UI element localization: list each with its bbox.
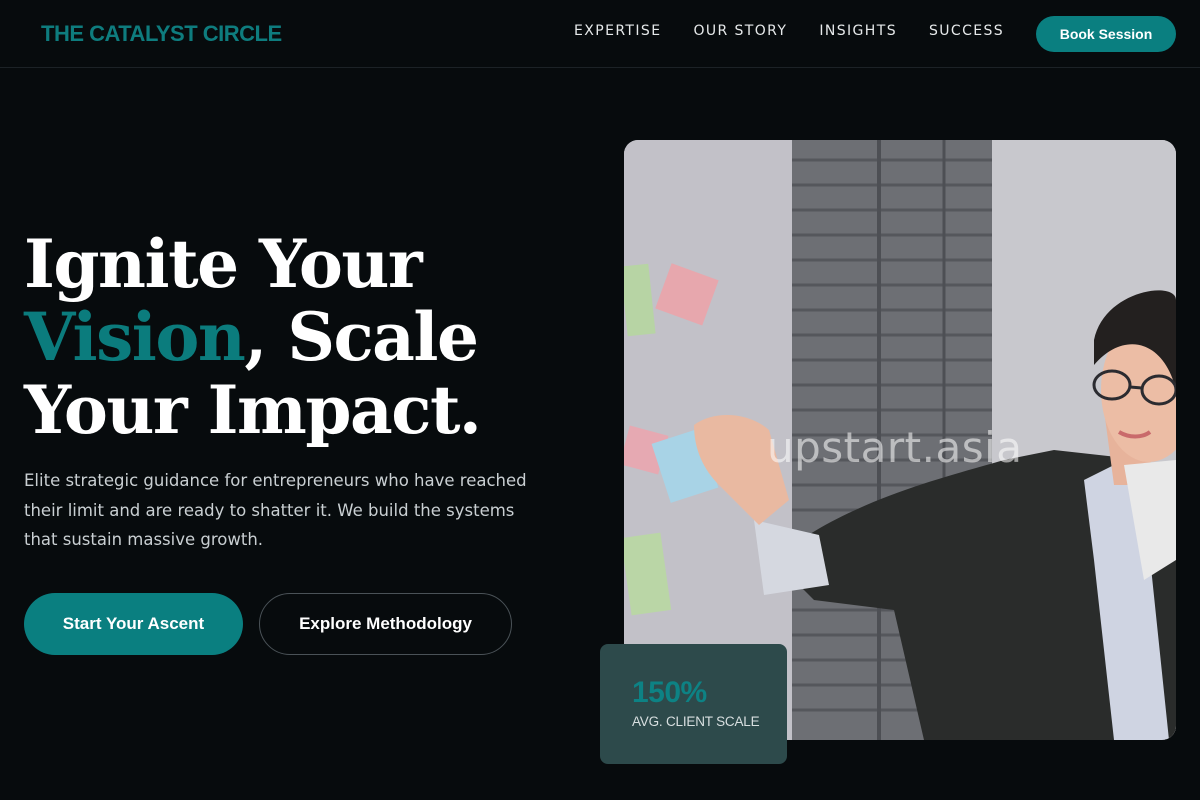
brand-logo[interactable]: THE CATALYST CIRCLE bbox=[41, 21, 282, 47]
nav-our-story[interactable]: OUR STORY bbox=[693, 23, 787, 39]
book-session-button[interactable]: Book Session bbox=[1036, 16, 1176, 52]
start-ascent-button[interactable]: Start Your Ascent bbox=[24, 593, 243, 655]
headline-line-2-rest: , Scale bbox=[244, 298, 479, 376]
hero-subtext: Elite strategic guidance for entrepreneu… bbox=[24, 471, 527, 549]
explore-methodology-button[interactable]: Explore Methodology bbox=[259, 593, 512, 655]
headline-accent-word: Vision bbox=[24, 298, 246, 376]
site-header: THE CATALYST CIRCLE EXPERTISE OUR STORY … bbox=[0, 0, 1200, 68]
hero-headline: Ignite Your Vision, Scale Your Impact. bbox=[24, 228, 584, 447]
main-nav: EXPERTISE OUR STORY INSIGHTS SUCCESS bbox=[574, 23, 1036, 39]
image-watermark: upstart.asia bbox=[767, 423, 1023, 472]
headline-line-1: Ignite Your bbox=[24, 225, 423, 303]
nav-insights[interactable]: INSIGHTS bbox=[819, 23, 897, 39]
stat-value: 150% bbox=[632, 676, 707, 709]
nav-success[interactable]: SUCCESS bbox=[929, 23, 1004, 39]
stat-label: AVG. CLIENT SCALE bbox=[632, 714, 760, 729]
nav-expertise[interactable]: EXPERTISE bbox=[574, 23, 661, 39]
headline-line-3: Your Impact. bbox=[24, 371, 482, 449]
stat-card: 150% AVG. CLIENT SCALE bbox=[600, 644, 787, 764]
